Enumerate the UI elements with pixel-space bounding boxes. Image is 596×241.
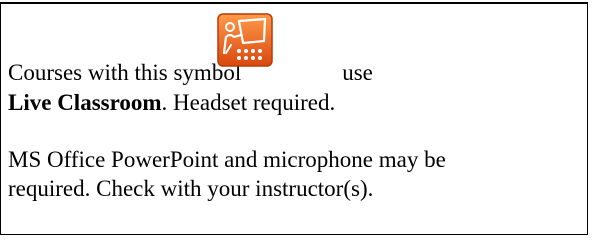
use-text: use bbox=[342, 60, 373, 85]
notice-line-3: MS Office PowerPoint and microphone may … bbox=[8, 147, 446, 172]
notice-line-1: Courses with this symbol use bbox=[8, 59, 373, 86]
live-classroom-label: Live Classroom bbox=[8, 90, 162, 115]
live-classroom-icon bbox=[217, 13, 273, 67]
notice-line-2: Live Classroom. Headset required. bbox=[8, 89, 335, 116]
notice-line-4: required. Check with your instructor(s). bbox=[8, 176, 374, 201]
headset-required-text: . Headset required. bbox=[161, 90, 336, 115]
courses-symbol-text: Courses with this symbol bbox=[8, 60, 242, 85]
notice-box: Courses with this symbol use Live Classr… bbox=[0, 2, 588, 235]
